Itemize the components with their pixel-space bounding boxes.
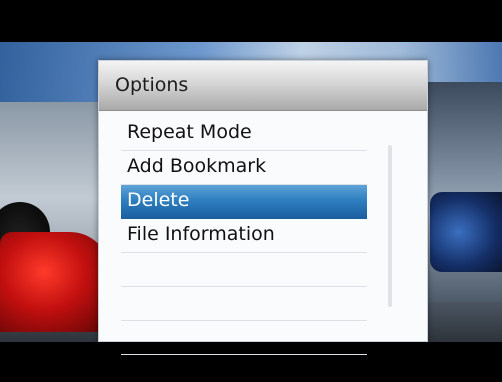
option-label: File Information bbox=[127, 223, 275, 245]
option-empty-slot bbox=[121, 321, 367, 355]
options-list: Repeat Mode Add Bookmark Delete File Inf… bbox=[121, 117, 367, 355]
options-title: Options bbox=[115, 74, 189, 96]
race-car-red bbox=[0, 232, 110, 332]
option-add-bookmark[interactable]: Add Bookmark bbox=[121, 151, 367, 185]
option-label: Add Bookmark bbox=[127, 155, 267, 177]
option-empty-slot bbox=[121, 253, 367, 287]
option-repeat-mode[interactable]: Repeat Mode bbox=[121, 117, 367, 151]
option-delete[interactable]: Delete bbox=[121, 185, 367, 219]
race-car-blue bbox=[430, 192, 502, 272]
device-screen: Options Repeat Mode Add Bookmark Delete … bbox=[0, 0, 502, 382]
option-empty-slot bbox=[121, 287, 367, 321]
options-scrollbar[interactable] bbox=[388, 145, 392, 307]
option-label: Repeat Mode bbox=[127, 121, 252, 143]
options-header: Options bbox=[99, 61, 427, 111]
option-label: Delete bbox=[127, 189, 190, 211]
options-menu: Options Repeat Mode Add Bookmark Delete … bbox=[98, 60, 428, 355]
option-file-information[interactable]: File Information bbox=[121, 219, 367, 253]
letterbox-top bbox=[0, 0, 502, 42]
